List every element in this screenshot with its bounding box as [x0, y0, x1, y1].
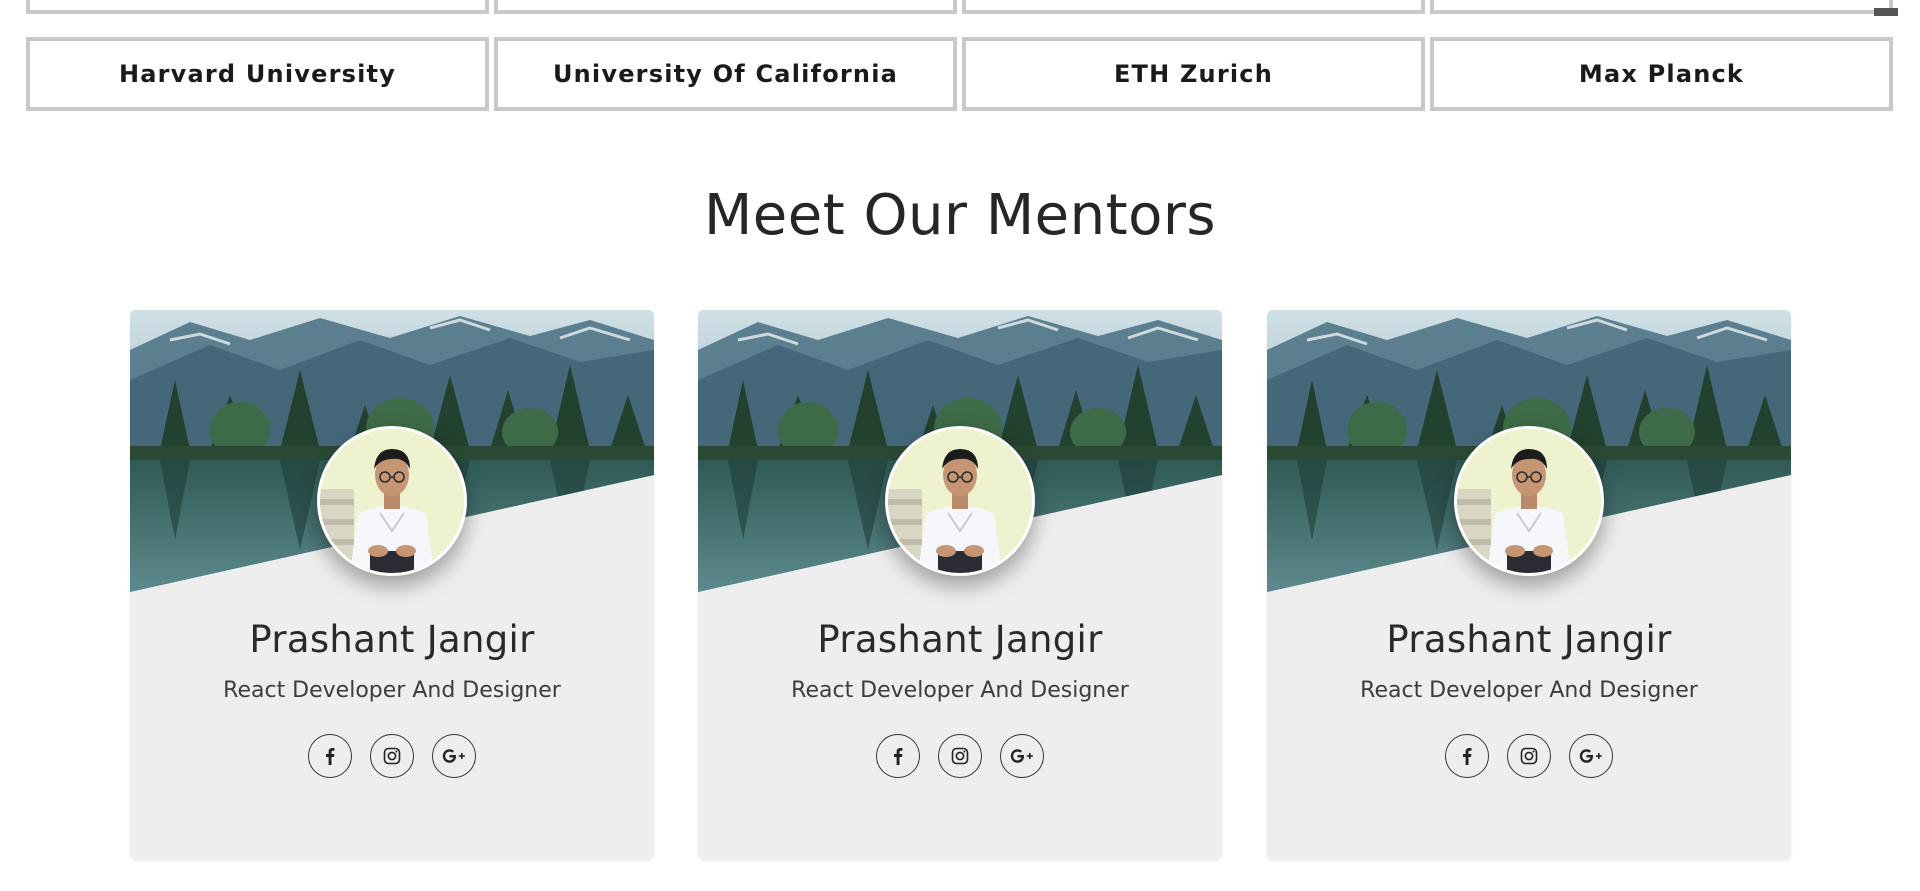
mentor-role: React Developer And Designer — [223, 678, 561, 703]
section-title: Meet Our Mentors — [703, 183, 1217, 248]
facebook-icon[interactable] — [308, 734, 352, 778]
instagram-icon[interactable] — [1507, 734, 1551, 778]
instagram-icon[interactable] — [370, 734, 414, 778]
university-row: Harvard University University Of Califor… — [26, 37, 1896, 111]
partial-box — [1430, 0, 1893, 14]
previous-university-row — [0, 0, 1920, 20]
university-box-harvard[interactable]: Harvard University — [26, 37, 489, 111]
university-box-california[interactable]: University Of California — [494, 37, 957, 111]
university-box-max-planck[interactable]: Max Planck — [1430, 37, 1893, 111]
scroll-marker — [1874, 8, 1898, 16]
social-links — [698, 734, 1222, 778]
google-plus-icon[interactable] — [1569, 734, 1613, 778]
google-plus-icon[interactable] — [1000, 734, 1044, 778]
mentor-role: React Developer And Designer — [791, 678, 1129, 703]
mentor-card: Prashant Jangir React Developer And Desi… — [1267, 310, 1791, 860]
facebook-icon[interactable] — [1445, 734, 1489, 778]
social-links — [130, 734, 654, 778]
mentor-name: Prashant Jangir — [817, 618, 1103, 661]
instagram-icon[interactable] — [938, 734, 982, 778]
partial-box — [494, 0, 957, 14]
partial-box — [962, 0, 1425, 14]
mentor-card: Prashant Jangir React Developer And Desi… — [698, 310, 1222, 860]
avatar — [317, 426, 467, 576]
avatar — [1454, 426, 1604, 576]
google-plus-icon[interactable] — [432, 734, 476, 778]
mentor-card: Prashant Jangir React Developer And Desi… — [130, 310, 654, 860]
social-links — [1267, 734, 1791, 778]
university-box-eth-zurich[interactable]: ETH Zurich — [962, 37, 1425, 111]
avatar — [885, 426, 1035, 576]
mentor-name: Prashant Jangir — [249, 618, 535, 661]
partial-box — [26, 0, 489, 14]
facebook-icon[interactable] — [876, 734, 920, 778]
mentor-role: React Developer And Designer — [1360, 678, 1698, 703]
mentor-name: Prashant Jangir — [1386, 618, 1672, 661]
